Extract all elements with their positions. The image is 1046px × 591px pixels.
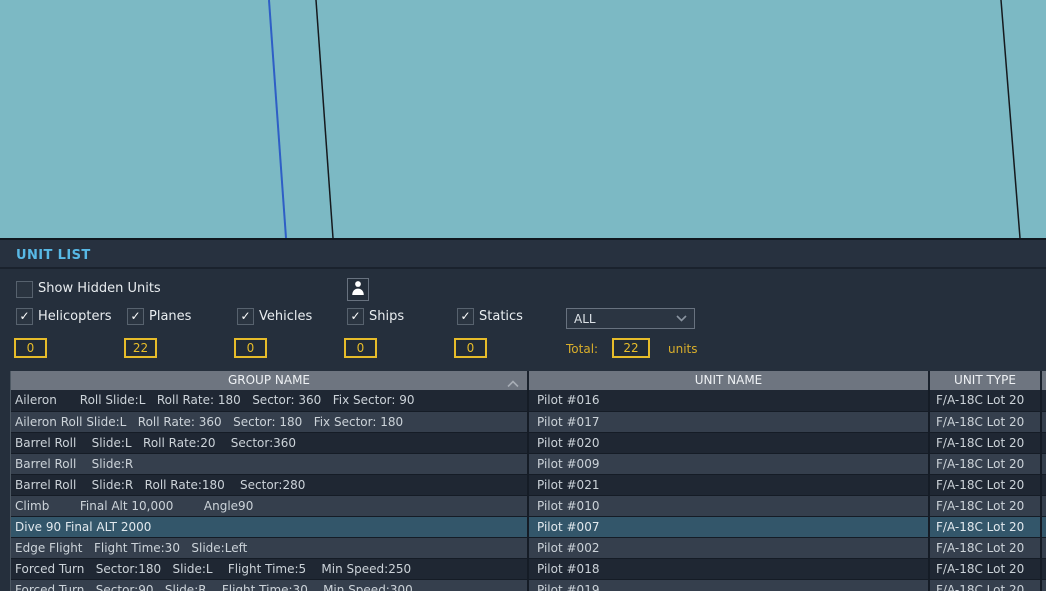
filter-statics-label: Statics (479, 309, 523, 325)
row-stub-cell (1042, 390, 1046, 411)
filter-planes-checkbox[interactable] (127, 308, 144, 325)
column-header-group-name[interactable]: GROUP NAME (11, 371, 527, 390)
statics-count-field[interactable] (454, 338, 487, 358)
row-stub-cell (1042, 580, 1046, 591)
map-view[interactable] (0, 0, 1046, 238)
group-name-cell: Forced Turn Sector:180 Slide:L Flight Ti… (11, 559, 527, 579)
sort-ascending-icon (507, 375, 519, 390)
row-stub-cell (1042, 454, 1046, 474)
group-name-cell: Barrel Roll Slide:L Roll Rate:20 Sector:… (11, 433, 527, 453)
unit-type-cell: F/A-18C Lot 20 (930, 538, 1040, 558)
filter-vehicles-label: Vehicles (259, 309, 312, 325)
unit-type-cell: F/A-18C Lot 20 (930, 517, 1040, 537)
filter-helicopters-label: Helicopters (38, 309, 112, 325)
column-header-unit-name[interactable]: UNIT NAME (529, 371, 928, 390)
filter-ships-label: Ships (369, 309, 404, 325)
unit-name-cell: Pilot #007 (529, 517, 928, 537)
map-line-black-right (1001, 0, 1020, 238)
show-hidden-units-label: Show Hidden Units (38, 281, 161, 297)
unit-table: GROUP NAME UNIT NAME UNIT TYPE Aileron R… (10, 371, 1046, 591)
filter-vehicles-checkbox[interactable] (237, 308, 254, 325)
filter-helicopters-checkbox[interactable] (16, 308, 33, 325)
unit-name-cell: Pilot #019 (529, 580, 928, 591)
table-row[interactable]: Forced Turn Sector:90 Slide:R Flight Tim… (11, 579, 1046, 591)
total-count-field[interactable] (612, 338, 650, 358)
map-line-black-left (316, 0, 333, 238)
filter-statics-checkbox[interactable] (457, 308, 474, 325)
unit-name-cell: Pilot #021 (529, 475, 928, 495)
row-stub-cell (1042, 538, 1046, 558)
group-name-cell: Forced Turn Sector:90 Slide:R Flight Tim… (11, 580, 527, 591)
unit-type-cell: F/A-18C Lot 20 (930, 496, 1040, 516)
unit-type-cell: F/A-18C Lot 20 (930, 433, 1040, 453)
filter-ships-checkbox[interactable] (347, 308, 364, 325)
table-row[interactable]: Barrel Roll Slide:R Roll Rate:180 Sector… (11, 474, 1046, 495)
table-row[interactable]: Climb Final Alt 10,000 Angle90 Pilot #01… (11, 495, 1046, 516)
table-row[interactable]: Barrel Roll Slide:R Pilot #009 F/A-18C L… (11, 453, 1046, 474)
person-icon (351, 280, 365, 299)
filter-planes-label: Planes (149, 309, 191, 325)
group-name-cell: Climb Final Alt 10,000 Angle90 (11, 496, 527, 516)
panel-titlebar: UNIT LIST (0, 240, 1046, 269)
unit-name-cell: Pilot #018 (529, 559, 928, 579)
row-stub-cell (1042, 433, 1046, 453)
group-name-cell: Aileron Roll Slide:L Roll Rate: 180 Sect… (11, 390, 527, 411)
row-stub-cell (1042, 517, 1046, 537)
ships-count-field[interactable] (344, 338, 377, 358)
group-name-cell: Dive 90 Final ALT 2000 (11, 517, 527, 537)
unit-type-cell: F/A-18C Lot 20 (930, 559, 1040, 579)
panel-title: UNIT LIST (16, 248, 91, 263)
row-stub-cell (1042, 475, 1046, 495)
unit-name-cell: Pilot #010 (529, 496, 928, 516)
column-header-stub (1042, 371, 1046, 390)
table-row[interactable]: Aileron Roll Slide:L Roll Rate: 180 Sect… (11, 390, 1046, 411)
unit-type-cell: F/A-18C Lot 20 (930, 390, 1040, 411)
map-line-blue (269, 0, 286, 238)
row-stub-cell (1042, 496, 1046, 516)
table-row[interactable]: Edge Flight Flight Time:30 Slide:Left Pi… (11, 537, 1046, 558)
helicopters-count-field[interactable] (14, 338, 47, 358)
unit-type-cell: F/A-18C Lot 20 (930, 475, 1040, 495)
unit-table-header: GROUP NAME UNIT NAME UNIT TYPE (11, 371, 1046, 390)
unit-list-panel: UNIT LIST Show Hidden Units Helicopters … (0, 238, 1046, 589)
unit-table-body: Aileron Roll Slide:L Roll Rate: 180 Sect… (11, 390, 1046, 591)
show-hidden-units-checkbox[interactable] (16, 281, 33, 298)
vehicles-count-field[interactable] (234, 338, 267, 358)
group-name-cell: Aileron Roll Slide:L Roll Rate: 360 Sect… (11, 412, 527, 432)
group-name-cell: Barrel Roll Slide:R (11, 454, 527, 474)
map-lines (0, 0, 1046, 238)
unit-name-cell: Pilot #002 (529, 538, 928, 558)
unit-type-cell: F/A-18C Lot 20 (930, 412, 1040, 432)
table-row[interactable]: Barrel Roll Slide:L Roll Rate:20 Sector:… (11, 432, 1046, 453)
table-row[interactable]: Aileron Roll Slide:L Roll Rate: 360 Sect… (11, 411, 1046, 432)
table-row[interactable]: Forced Turn Sector:180 Slide:L Flight Ti… (11, 558, 1046, 579)
coalition-dropdown-value: ALL (567, 312, 676, 326)
unit-name-cell: Pilot #017 (529, 412, 928, 432)
unit-type-cell: F/A-18C Lot 20 (930, 580, 1040, 591)
group-name-cell: Edge Flight Flight Time:30 Slide:Left (11, 538, 527, 558)
coalition-dropdown[interactable]: ALL (566, 308, 695, 329)
chevron-down-icon (676, 315, 687, 322)
unit-name-cell: Pilot #020 (529, 433, 928, 453)
unit-type-cell: F/A-18C Lot 20 (930, 454, 1040, 474)
column-header-unit-type[interactable]: UNIT TYPE (930, 371, 1040, 390)
unit-name-cell: Pilot #016 (529, 390, 928, 411)
unit-name-cell: Pilot #009 (529, 454, 928, 474)
player-unit-button[interactable] (347, 278, 369, 301)
total-units-label: units (668, 342, 698, 356)
planes-count-field[interactable] (124, 338, 157, 358)
row-stub-cell (1042, 559, 1046, 579)
group-name-cell: Barrel Roll Slide:R Roll Rate:180 Sector… (11, 475, 527, 495)
row-stub-cell (1042, 412, 1046, 432)
table-row-selected[interactable]: Dive 90 Final ALT 2000 Pilot #007 F/A-18… (11, 516, 1046, 537)
total-label: Total: (566, 342, 598, 356)
